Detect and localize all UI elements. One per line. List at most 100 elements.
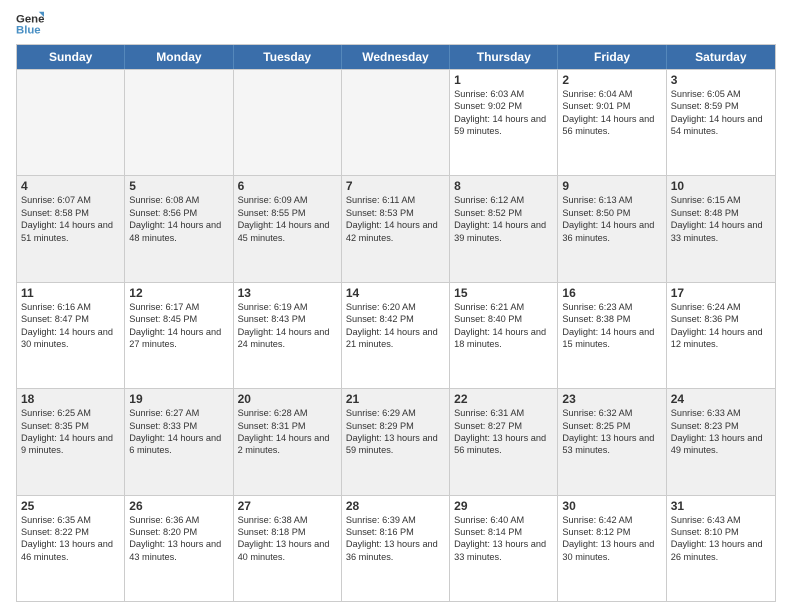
day-cell-7: 7Sunrise: 6:11 AMSunset: 8:53 PMDaylight… <box>342 176 450 281</box>
day-cell-18: 18Sunrise: 6:25 AMSunset: 8:35 PMDayligh… <box>17 389 125 494</box>
svg-text:Blue: Blue <box>16 25 41 37</box>
day-cell-22: 22Sunrise: 6:31 AMSunset: 8:27 PMDayligh… <box>450 389 558 494</box>
day-number: 24 <box>671 392 771 406</box>
cell-info-line: Sunset: 8:27 PM <box>454 420 553 432</box>
cell-info-line: Sunset: 8:43 PM <box>238 313 337 325</box>
cell-info-line: Sunset: 8:38 PM <box>562 313 661 325</box>
cell-info-line: Sunrise: 6:12 AM <box>454 194 553 206</box>
day-cell-11: 11Sunrise: 6:16 AMSunset: 8:47 PMDayligh… <box>17 283 125 388</box>
day-cell-24: 24Sunrise: 6:33 AMSunset: 8:23 PMDayligh… <box>667 389 775 494</box>
day-number: 27 <box>238 499 337 513</box>
cell-info-line: Sunset: 8:20 PM <box>129 526 228 538</box>
day-number: 17 <box>671 286 771 300</box>
cell-info-line: Daylight: 14 hours and 36 minutes. <box>562 219 661 244</box>
header-cell-friday: Friday <box>558 45 666 69</box>
cell-info-line: Daylight: 13 hours and 43 minutes. <box>129 538 228 563</box>
day-cell-14: 14Sunrise: 6:20 AMSunset: 8:42 PMDayligh… <box>342 283 450 388</box>
cell-info-line: Daylight: 13 hours and 53 minutes. <box>562 432 661 457</box>
day-cell-3: 3Sunrise: 6:05 AMSunset: 8:59 PMDaylight… <box>667 70 775 175</box>
day-number: 9 <box>562 179 661 193</box>
day-cell-9: 9Sunrise: 6:13 AMSunset: 8:50 PMDaylight… <box>558 176 666 281</box>
cell-info-line: Sunset: 8:14 PM <box>454 526 553 538</box>
day-number: 5 <box>129 179 228 193</box>
day-number: 11 <box>21 286 120 300</box>
day-number: 10 <box>671 179 771 193</box>
day-cell-25: 25Sunrise: 6:35 AMSunset: 8:22 PMDayligh… <box>17 496 125 601</box>
day-cell-4: 4Sunrise: 6:07 AMSunset: 8:58 PMDaylight… <box>17 176 125 281</box>
day-cell-10: 10Sunrise: 6:15 AMSunset: 8:48 PMDayligh… <box>667 176 775 281</box>
cell-info-line: Sunrise: 6:05 AM <box>671 88 771 100</box>
cell-info-line: Sunrise: 6:28 AM <box>238 407 337 419</box>
day-cell-15: 15Sunrise: 6:21 AMSunset: 8:40 PMDayligh… <box>450 283 558 388</box>
cell-info-line: Sunset: 8:53 PM <box>346 207 445 219</box>
empty-cell <box>234 70 342 175</box>
cell-info-line: Sunset: 8:55 PM <box>238 207 337 219</box>
cell-info-line: Sunrise: 6:24 AM <box>671 301 771 313</box>
header-cell-sunday: Sunday <box>17 45 125 69</box>
day-number: 18 <box>21 392 120 406</box>
cell-info-line: Sunrise: 6:25 AM <box>21 407 120 419</box>
day-cell-1: 1Sunrise: 6:03 AMSunset: 9:02 PMDaylight… <box>450 70 558 175</box>
cell-info-line: Sunrise: 6:03 AM <box>454 88 553 100</box>
cell-info-line: Sunrise: 6:07 AM <box>21 194 120 206</box>
header-cell-saturday: Saturday <box>667 45 775 69</box>
cell-info-line: Sunset: 8:22 PM <box>21 526 120 538</box>
cell-info-line: Sunrise: 6:27 AM <box>129 407 228 419</box>
calendar-row: 18Sunrise: 6:25 AMSunset: 8:35 PM Dayligh… <box>17 388 775 494</box>
cell-info-line: Sunset: 8:40 PM <box>454 313 553 325</box>
cell-info-line: Sunrise: 6:35 AM <box>21 514 120 526</box>
cell-info-line: Daylight: 14 hours and 6 minutes. <box>129 432 228 457</box>
day-number: 19 <box>129 392 228 406</box>
cell-info-line: Sunset: 8:16 PM <box>346 526 445 538</box>
cell-info-line: Sunset: 8:52 PM <box>454 207 553 219</box>
day-cell-31: 31Sunrise: 6:43 AMSunset: 8:10 PMDayligh… <box>667 496 775 601</box>
calendar-row: 11Sunrise: 6:16 AMSunset: 8:47 PMDayligh… <box>17 282 775 388</box>
day-number: 31 <box>671 499 771 513</box>
cell-info-line: Sunrise: 6:36 AM <box>129 514 228 526</box>
day-number: 15 <box>454 286 553 300</box>
logo-icon: General Blue <box>16 10 44 38</box>
cell-info-line: Sunrise: 6:04 AM <box>562 88 661 100</box>
cell-info-line: Daylight: 14 hours and 33 minutes. <box>671 219 771 244</box>
day-number: 28 <box>346 499 445 513</box>
cell-info-line: Sunset: 8:42 PM <box>346 313 445 325</box>
cell-info-line: Sunset: 8:23 PM <box>671 420 771 432</box>
cell-info-line: Daylight: 13 hours and 33 minutes. <box>454 538 553 563</box>
cell-info-line: Sunset: 8:35 PM <box>21 420 120 432</box>
cell-info-line: Sunset: 8:12 PM <box>562 526 661 538</box>
empty-cell <box>17 70 125 175</box>
cell-info-line: Daylight: 14 hours and 42 minutes. <box>346 219 445 244</box>
cell-info-line: Sunrise: 6:17 AM <box>129 301 228 313</box>
cell-info-line: Sunset: 8:33 PM <box>129 420 228 432</box>
cell-info-line: Sunrise: 6:21 AM <box>454 301 553 313</box>
cell-info-line: Sunset: 8:59 PM <box>671 100 771 112</box>
day-number: 12 <box>129 286 228 300</box>
header: General Blue <box>16 10 776 38</box>
cell-info-line: Sunset: 8:31 PM <box>238 420 337 432</box>
cell-info-line: Sunset: 8:45 PM <box>129 313 228 325</box>
cell-info-line: Daylight: 14 hours and 54 minutes. <box>671 113 771 138</box>
day-number: 6 <box>238 179 337 193</box>
day-number: 22 <box>454 392 553 406</box>
day-number: 23 <box>562 392 661 406</box>
cell-info-line: Sunrise: 6:11 AM <box>346 194 445 206</box>
day-cell-12: 12Sunrise: 6:17 AMSunset: 8:45 PMDayligh… <box>125 283 233 388</box>
header-cell-wednesday: Wednesday <box>342 45 450 69</box>
calendar-row: 1Sunrise: 6:03 AMSunset: 9:02 PMDaylight… <box>17 69 775 175</box>
cell-info-line: Daylight: 13 hours and 59 minutes. <box>346 432 445 457</box>
cell-info-line: Sunset: 8:29 PM <box>346 420 445 432</box>
calendar-body: 1Sunrise: 6:03 AMSunset: 9:02 PMDaylight… <box>17 69 775 601</box>
cell-info-line: Daylight: 14 hours and 21 minutes. <box>346 326 445 351</box>
day-cell-26: 26Sunrise: 6:36 AMSunset: 8:20 PMDayligh… <box>125 496 233 601</box>
day-cell-21: 21Sunrise: 6:29 AMSunset: 8:29 PMDayligh… <box>342 389 450 494</box>
day-cell-13: 13Sunrise: 6:19 AMSunset: 8:43 PMDayligh… <box>234 283 342 388</box>
cell-info-line: Daylight: 14 hours and 30 minutes. <box>21 326 120 351</box>
cell-info-line: Daylight: 14 hours and 12 minutes. <box>671 326 771 351</box>
cell-info-line: Sunrise: 6:20 AM <box>346 301 445 313</box>
cell-info-line: Sunrise: 6:43 AM <box>671 514 771 526</box>
cell-info-line: Daylight: 14 hours and 27 minutes. <box>129 326 228 351</box>
cell-info-line: Daylight: 14 hours and 18 minutes. <box>454 326 553 351</box>
header-cell-thursday: Thursday <box>450 45 558 69</box>
cell-info-line: Sunrise: 6:38 AM <box>238 514 337 526</box>
cell-info-line: Daylight: 14 hours and 24 minutes. <box>238 326 337 351</box>
